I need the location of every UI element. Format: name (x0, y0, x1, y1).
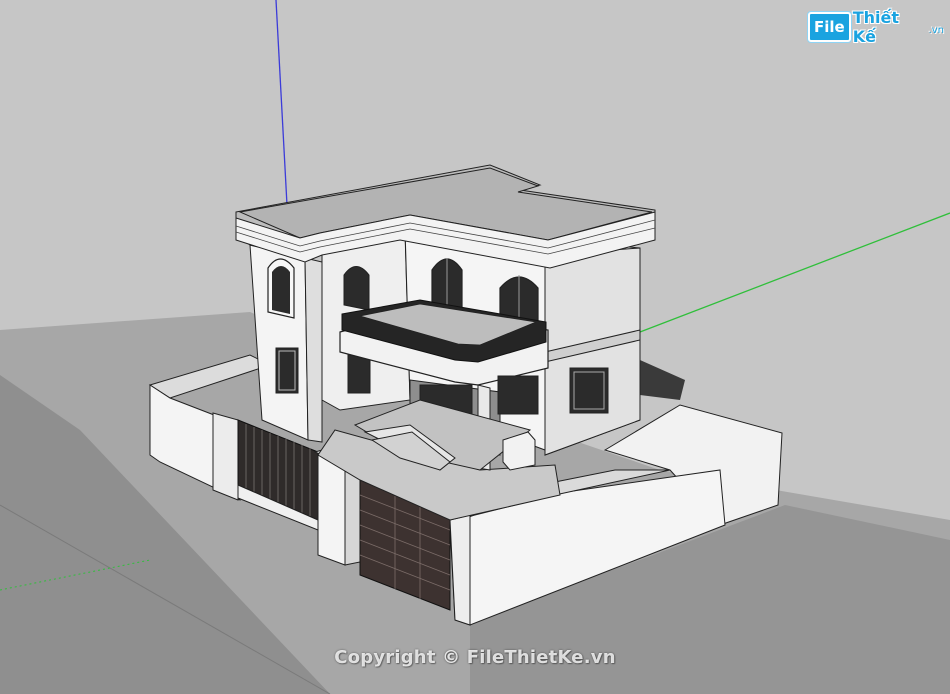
gate-pillar-face (317, 454, 346, 566)
logo-tld: .vn (928, 24, 944, 36)
window-side-upper (569, 367, 609, 414)
logo-name: Thiết Kế (852, 8, 899, 46)
copyright-watermark: Copyright © FileThietKe.vn (334, 647, 616, 668)
porch-window-right (497, 375, 539, 415)
logo-badge: File (808, 12, 851, 42)
window-center-lower-left (347, 354, 371, 394)
model-canvas[interactable] (0, 0, 950, 694)
brand-logo: File Thiết Kế .vn (808, 8, 944, 46)
sketchup-viewport[interactable]: File Thiết Kế .vn Copyright © FileThietK… (0, 0, 950, 694)
arch-window-center-left (343, 266, 370, 311)
house-left-column (304, 257, 323, 443)
front-pier-left (212, 412, 239, 501)
arch-window-left-glass (272, 266, 290, 314)
